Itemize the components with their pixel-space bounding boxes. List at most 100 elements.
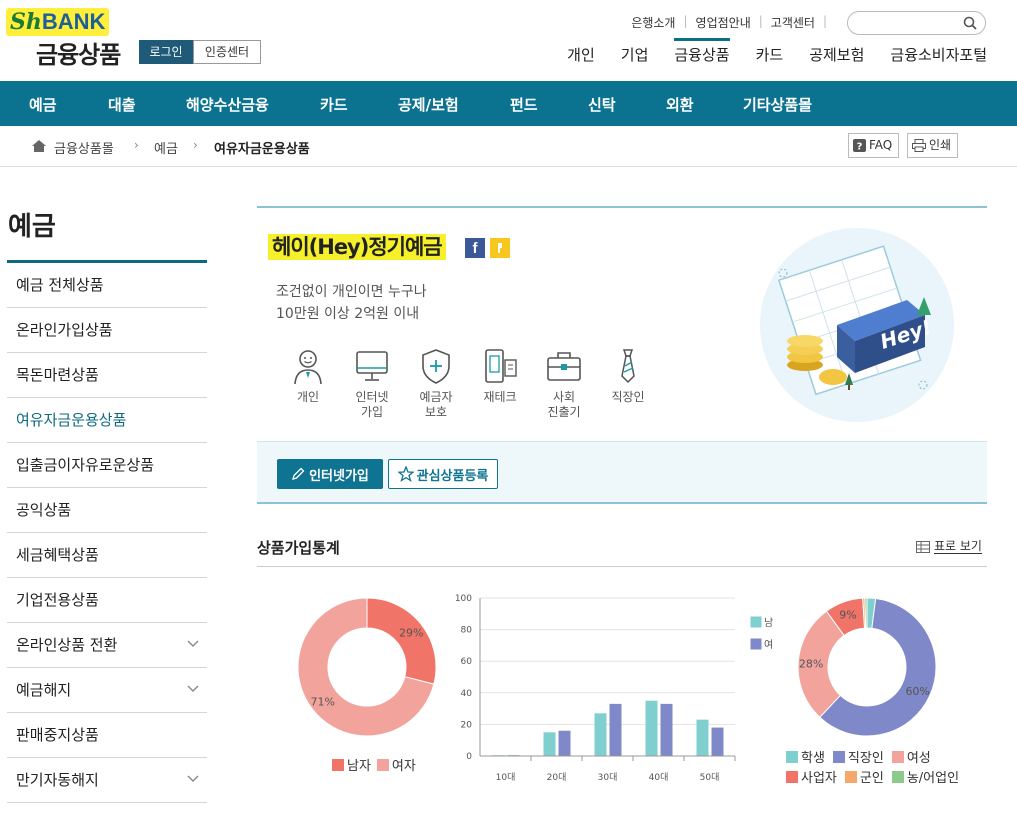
nav-insurance[interactable]: 공제/보험 (398, 94, 459, 115)
feature-label: 직장인 (611, 390, 645, 404)
question-icon: ? (853, 139, 866, 152)
nav-card[interactable]: 카드 (320, 94, 348, 115)
bar-여-40대 (660, 703, 673, 756)
nav-trust[interactable]: 신탁 (588, 94, 616, 115)
legend-label-female: 여자 (391, 759, 416, 774)
kakaostory-icon[interactable] (490, 238, 510, 258)
gnb-consumer-portal[interactable]: 금융소비자포털 (890, 44, 987, 65)
sidebar-item-label: 온라인상품 전환 (16, 636, 118, 654)
util-link-branch[interactable]: 영업점안내 (688, 14, 759, 31)
nav-loan[interactable]: 대출 (108, 94, 136, 115)
sidebar-item-free-deposit[interactable]: 입출금이자유로운상품 (7, 443, 207, 488)
cert-center-button[interactable]: 인증센터 (193, 40, 261, 64)
y-tick-label: 100 (455, 594, 472, 604)
sidebar-item-surplus-funds[interactable]: 여유자금운용상품 (7, 398, 207, 443)
occupation-data-label: 60% (905, 685, 929, 698)
gnb-business[interactable]: 기업 (621, 44, 649, 65)
shield-icon (422, 349, 450, 384)
category-nav: 예금 대출 해양수산금융 카드 공제/보험 펀드 신탁 외환 기타상품몰 (0, 81, 1017, 126)
search-box[interactable] (847, 11, 986, 35)
pencil-icon (292, 467, 305, 480)
nav-marine-finance[interactable]: 해양수산금융 (186, 94, 269, 115)
table-view-label: 표로 보기 (934, 539, 982, 554)
gender-data-label: 71% (311, 695, 335, 708)
table-view-button[interactable]: 표로 보기 (916, 539, 982, 554)
bar-여-50대 (711, 727, 724, 756)
nav-deposit[interactable]: 예금 (29, 94, 57, 115)
legend-swatch-student (786, 750, 798, 763)
gnb-insurance[interactable]: 공제보험 (809, 44, 864, 65)
product-name: 헤이(Hey)정기예금 (268, 234, 446, 260)
breadcrumb-deposit[interactable]: 예금 (154, 138, 178, 157)
sidebar-item-discontinued[interactable]: 판매중지상품 (7, 713, 207, 758)
legend-label-business: 사업자 (801, 771, 837, 786)
sidebar-title: 예금 (8, 212, 56, 242)
site-title: 금융상품 (36, 41, 121, 69)
add-favorite-button[interactable]: 관심상품등록 (388, 459, 498, 489)
logo-sh-text: Sh (10, 9, 42, 35)
nav-fund[interactable]: 펀드 (510, 94, 538, 115)
feature-depositor-protection: 예금자 보호 (404, 346, 468, 420)
login-button[interactable]: 로그인 (139, 40, 193, 64)
sidebar-item-cancel[interactable]: 예금해지 (7, 668, 207, 713)
legend-label-worker: 직장인 (847, 751, 884, 766)
bar-남-40대 (645, 700, 658, 756)
product-action-bar: 인터넷가입 관심상품등록 (257, 441, 987, 504)
svg-text:?: ? (857, 142, 863, 153)
chevron-down-icon (187, 685, 199, 692)
search-input[interactable] (860, 16, 970, 30)
x-tick-label: 30대 (598, 772, 618, 783)
gender-slice-0 (366, 597, 437, 685)
home-icon[interactable] (32, 140, 46, 152)
legend-swatch-soldier (844, 770, 857, 783)
x-tick-label: 20대 (547, 772, 567, 783)
sidebar-item-public[interactable]: 공익상품 (7, 488, 207, 533)
feature-label: 재테크 (483, 390, 517, 404)
phone-chart-icon (485, 349, 517, 383)
sidebar-item-corporate[interactable]: 기업전용상품 (7, 578, 207, 623)
gnb-personal[interactable]: 개인 (567, 44, 595, 65)
sidebar-item-online[interactable]: 온라인가입상품 (7, 308, 207, 353)
chevron-right-icon: › (134, 138, 139, 152)
star-icon (397, 466, 414, 482)
faq-button[interactable]: ? FAQ (848, 133, 900, 158)
feature-worker: 직장인 (596, 346, 660, 420)
occupation-slice-5 (864, 597, 868, 629)
x-tick-label: 10대 (496, 772, 516, 783)
sh-bank-logo[interactable]: ShBANK (6, 8, 110, 36)
occupation-legend-row2: 사업자 군인 농/어업인 (786, 767, 959, 786)
bar-legend-swatch-0 (749, 615, 763, 629)
product-top-divider (257, 206, 987, 208)
bar-남-50대 (696, 719, 709, 756)
search-icon[interactable] (963, 16, 977, 30)
sidebar-item-auto-cancel[interactable]: 만기자동해지 (7, 758, 207, 803)
sidebar-item-all[interactable]: 예금 전체상품 (7, 263, 207, 308)
bar-여-20대 (558, 730, 571, 756)
gnb-products[interactable]: 금융상품 (674, 38, 730, 65)
product-desc-line1: 조건없이 개인이면 누구나 (276, 284, 427, 300)
facebook-icon[interactable]: f (465, 238, 485, 258)
gender-legend: 남자 여자 (332, 755, 416, 774)
feature-personal: 개인 (276, 346, 340, 420)
x-tick-label: 40대 (649, 772, 669, 783)
utility-links: 은행소개 | 영업점안내 | 고객센터 | (623, 14, 827, 31)
sidebar-item-savings[interactable]: 목돈마련상품 (7, 353, 207, 398)
nav-forex[interactable]: 외환 (666, 94, 694, 115)
print-button[interactable]: 인쇄 (907, 133, 959, 158)
internet-join-button[interactable]: 인터넷가입 (277, 459, 383, 489)
sidebar-item-tax-benefit[interactable]: 세금혜택상품 (7, 533, 207, 578)
printer-icon (912, 139, 926, 152)
util-link-customer[interactable]: 고객센터 (763, 14, 823, 31)
occupation-data-label: 28% (799, 657, 823, 670)
gnb-card[interactable]: 카드 (756, 44, 784, 65)
sidebar-menu: 예금 전체상품 온라인가입상품 목돈마련상품 여유자금운용상품 입출금이자유로운… (7, 263, 207, 803)
y-tick-label: 20 (461, 720, 473, 730)
legend-swatch-farmer (891, 770, 904, 783)
product-description: 조건없이 개인이면 누구나 10만원 이상 2억원 이내 (276, 281, 427, 325)
breadcrumb-products[interactable]: 금융상품몰 (54, 138, 114, 157)
legend-swatch-male (332, 758, 344, 771)
sidebar-item-online-switch[interactable]: 온라인상품 전환 (7, 623, 207, 668)
nav-other-products[interactable]: 기타상품몰 (743, 94, 812, 115)
stats-divider (257, 566, 987, 567)
util-link-about[interactable]: 은행소개 (623, 14, 683, 31)
